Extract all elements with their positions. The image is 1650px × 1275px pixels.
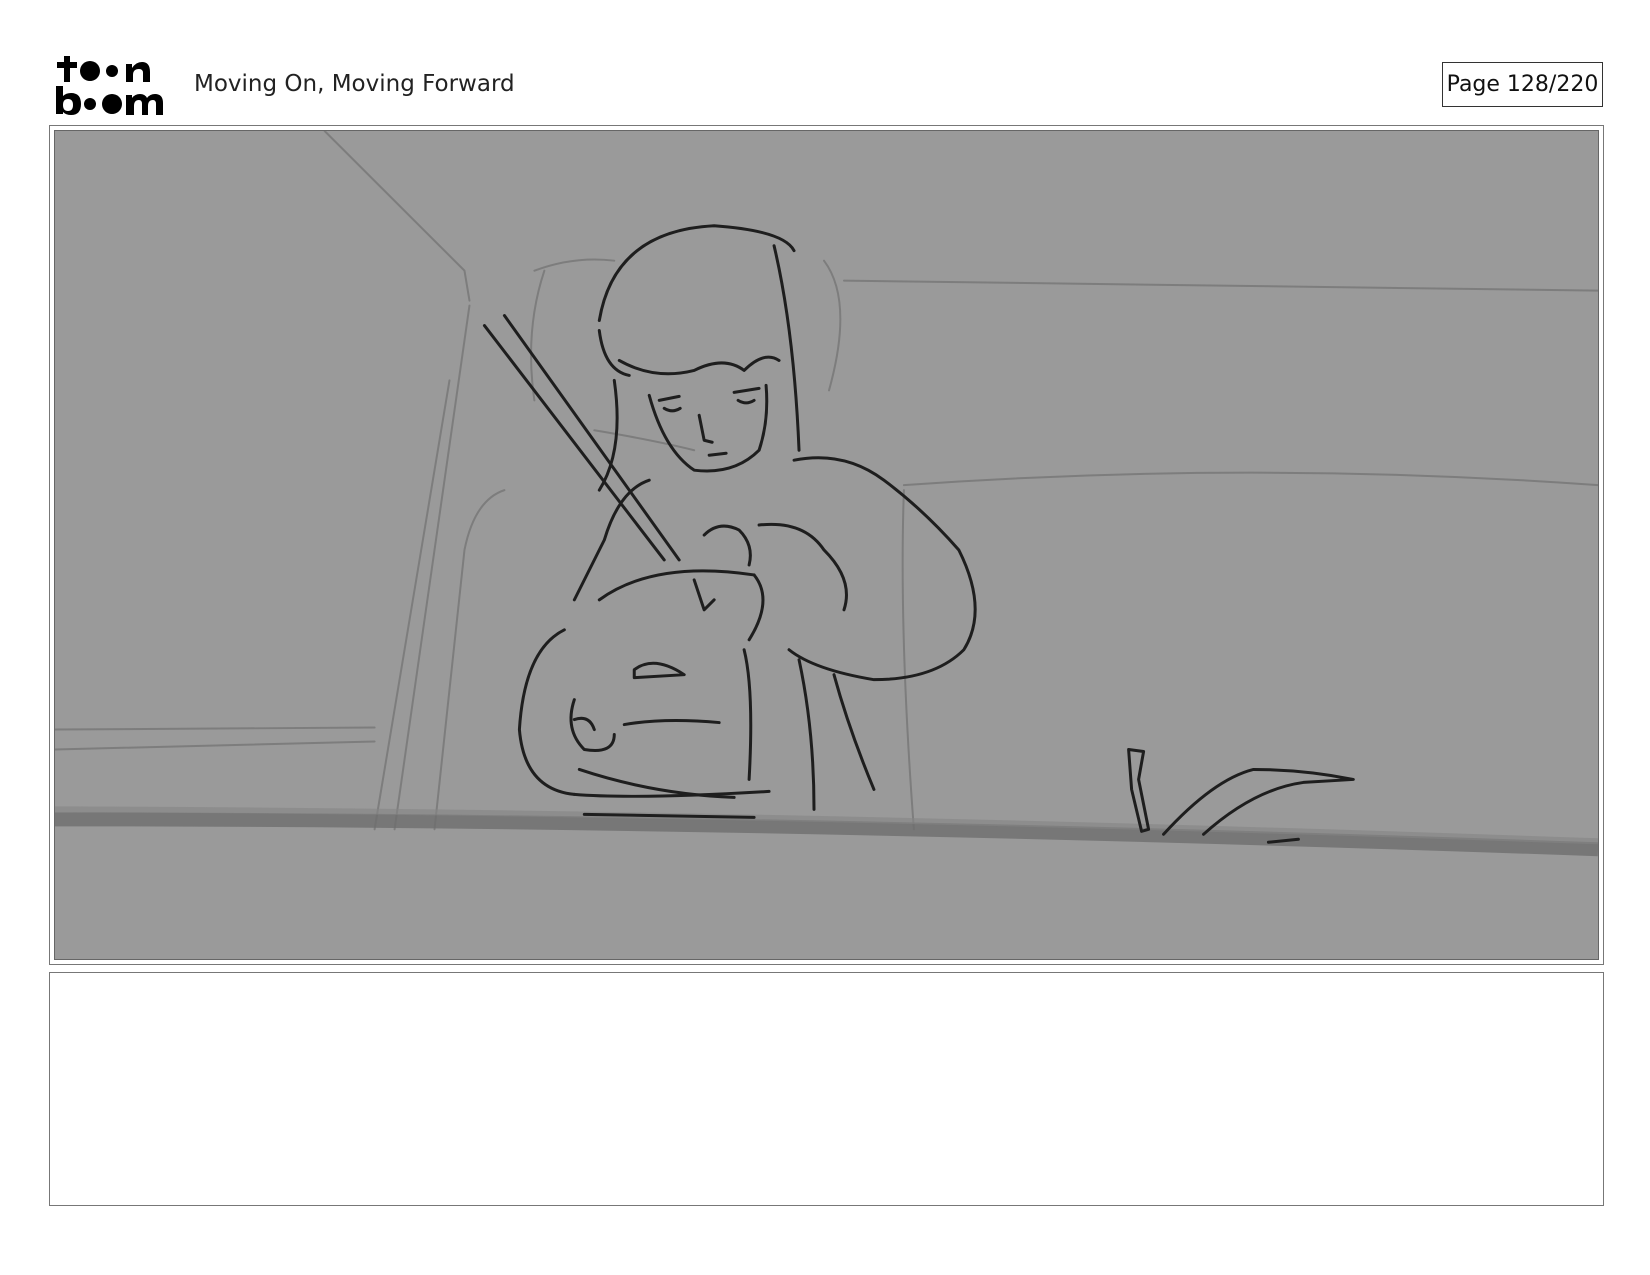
storyboard-panel-frame (49, 125, 1604, 965)
storyboard-panel-image (54, 130, 1599, 960)
page-indicator: Page 128/220 (1442, 62, 1603, 107)
panel-notes-area (49, 972, 1604, 1206)
toon-boom-logo (54, 54, 172, 116)
document-title: Moving On, Moving Forward (194, 71, 515, 97)
page-indicator-label: Page 128/220 (1446, 72, 1599, 97)
panel-sketch (55, 131, 1598, 857)
